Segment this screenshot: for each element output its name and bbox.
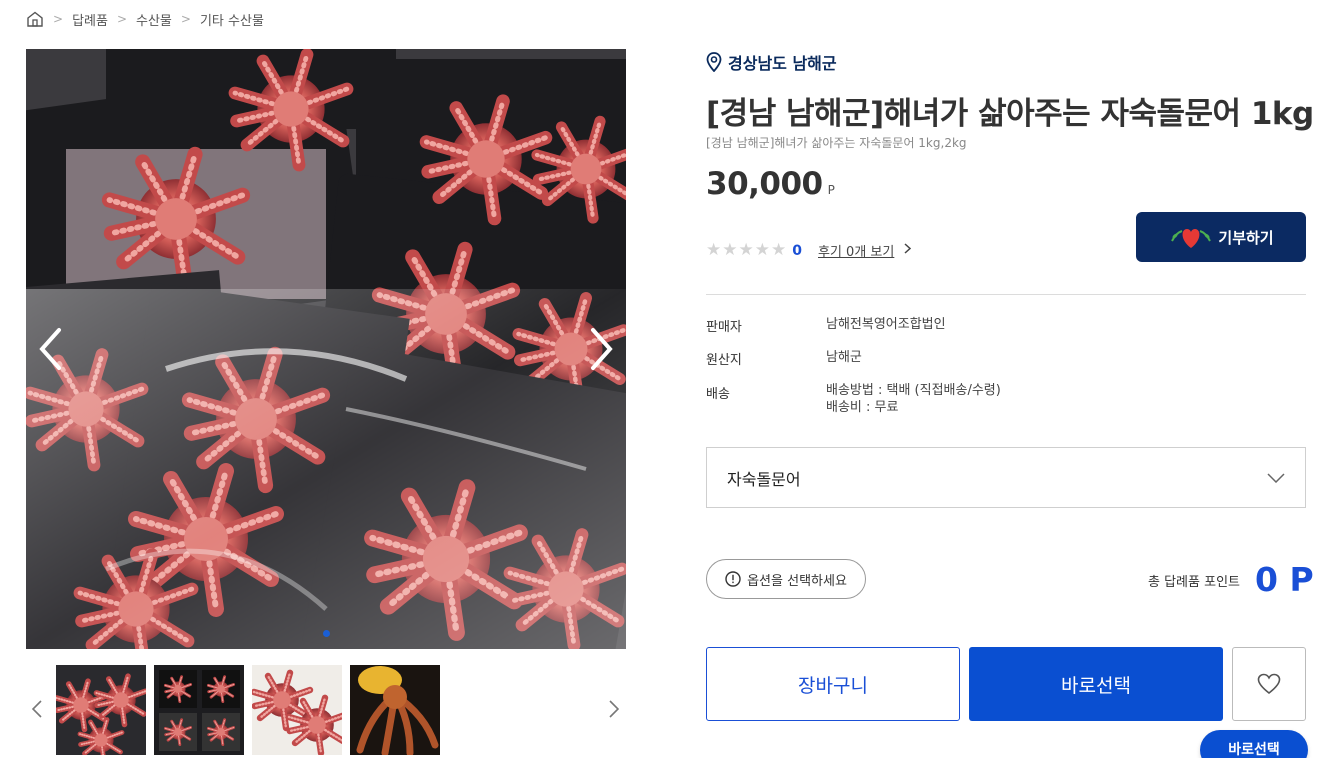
- thumbnail-1[interactable]: [56, 665, 146, 755]
- breadcrumb-item-gifts[interactable]: 답례품: [72, 10, 108, 29]
- option-hint-badge: 옵션을 선택하세요: [706, 559, 866, 599]
- wishlist-button[interactable]: [1232, 647, 1306, 721]
- chevron-down-icon: [1267, 472, 1285, 483]
- star-icon: ★: [738, 240, 754, 260]
- shipping-fee: 배송비 : 무료: [826, 400, 899, 415]
- region-label: 경상남도 남해군: [706, 50, 837, 74]
- rating-row: ★ ★ ★ ★ ★ 0 후기 0개 보기: [706, 241, 912, 260]
- option-selected-value: 자숙돌문어: [727, 469, 801, 489]
- thumbnail-2[interactable]: [154, 665, 244, 755]
- buy-now-button[interactable]: 바로선택: [969, 647, 1223, 721]
- floating-buy-label: 바로선택: [1228, 742, 1280, 758]
- chevron-right-icon[interactable]: [578, 319, 626, 379]
- breadcrumb-separator: >: [116, 12, 128, 26]
- region-text: 경상남도 남해군: [728, 54, 837, 73]
- breadcrumb-separator: >: [180, 12, 191, 26]
- cart-button[interactable]: 장바구니: [706, 647, 960, 721]
- chevron-right-icon: [904, 243, 912, 258]
- product-title: [경남 남해군]해녀가 삶아주는 자숙돌문어 1kg: [706, 96, 1314, 132]
- rating-count: 0: [792, 242, 802, 259]
- shipping-label: 배송: [706, 387, 730, 402]
- star-icon: ★: [706, 240, 722, 260]
- donate-button[interactable]: 기부하기: [1136, 212, 1306, 262]
- star-icon: ★: [722, 240, 738, 260]
- origin-value: 남해군: [826, 350, 862, 365]
- breadcrumb: > 답례품 > 수산물 > 기타 수산물: [26, 9, 264, 29]
- price-value: 30,000: [706, 166, 823, 202]
- seller-value: 남해전복영어조합법인: [826, 317, 946, 332]
- thumbnail-prev-icon[interactable]: [26, 694, 48, 724]
- option-hint-text: 옵션을 선택하세요: [747, 573, 847, 589]
- origin-label: 원산지: [706, 353, 742, 368]
- location-pin-icon: [706, 52, 728, 72]
- product-subtitle: [경남 남해군]해녀가 삶아주는 자숙돌문어 1kg,2kg: [706, 136, 967, 150]
- main-product-image: [26, 49, 626, 649]
- star-icon: ★: [754, 240, 770, 260]
- chevron-left-icon[interactable]: [26, 319, 74, 379]
- carousel-dot[interactable]: [322, 630, 330, 637]
- product-price: 30,000 P: [706, 166, 835, 202]
- home-icon[interactable]: [26, 11, 44, 27]
- thumbnail-next-icon[interactable]: [603, 694, 625, 724]
- review-link[interactable]: 후기 0개 보기: [818, 241, 912, 260]
- seller-label: 판매자: [706, 320, 742, 335]
- breadcrumb-separator: >: [53, 12, 64, 26]
- thumbnail-strip: [56, 665, 440, 755]
- price-unit: P: [827, 183, 835, 197]
- heart-laurel-icon: [1168, 223, 1218, 251]
- divider: [706, 294, 1306, 295]
- cart-button-label: 장바구니: [798, 674, 868, 697]
- buy-now-button-label: 바로선택: [1061, 674, 1131, 697]
- donate-label: 기부하기: [1218, 228, 1274, 247]
- breadcrumb-item-other-seafood[interactable]: 기타 수산물: [200, 10, 264, 29]
- star-rating: ★ ★ ★ ★ ★: [706, 242, 786, 259]
- point-label: 총 답례품 포인트: [1148, 575, 1240, 590]
- option-select[interactable]: 자숙돌문어: [706, 447, 1306, 508]
- alert-circle-icon: [725, 571, 747, 587]
- shipping-method: 배송방법 : 택배 (직접배송/수령): [826, 383, 1001, 398]
- review-link-text: 후기 0개 보기: [818, 245, 895, 260]
- floating-buy-button[interactable]: 바로선택: [1200, 730, 1308, 758]
- carousel-dots: [26, 630, 626, 637]
- thumbnail-3[interactable]: [252, 665, 342, 755]
- thumbnail-4[interactable]: [350, 665, 440, 755]
- star-icon: ★: [771, 240, 787, 260]
- breadcrumb-item-seafood[interactable]: 수산물: [136, 10, 172, 29]
- heart-icon: [1257, 673, 1281, 695]
- point-value: 0 P: [1255, 560, 1314, 599]
